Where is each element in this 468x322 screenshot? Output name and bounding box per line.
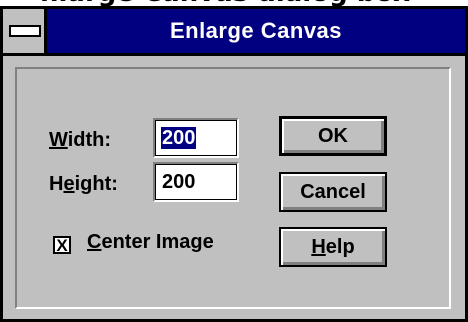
checkbox-check-icon: X: [56, 236, 68, 255]
system-menu-icon: [9, 25, 41, 37]
width-input[interactable]: 200: [153, 118, 239, 158]
height-label: Height:: [49, 173, 118, 195]
enlarge-canvas-dialog: Enlarge Canvas Width: 200 Height: 200 X …: [0, 6, 468, 322]
dialog-client-area: Width: 200 Height: 200 X Center Image OK…: [3, 56, 465, 319]
ok-button[interactable]: OK: [279, 116, 387, 156]
center-image-label[interactable]: Center Image: [87, 231, 214, 254]
dialog-title: Enlarge Canvas: [169, 18, 343, 43]
center-image-checkbox[interactable]: X: [53, 236, 71, 255]
width-value: 200: [161, 127, 197, 149]
system-menu-button[interactable]: [3, 9, 47, 53]
height-value: 200: [162, 171, 196, 193]
help-button[interactable]: Help: [279, 227, 387, 267]
cancel-button[interactable]: Cancel: [279, 172, 387, 212]
title-bar: Enlarge Canvas: [3, 9, 465, 56]
width-label: Width:: [49, 129, 112, 151]
height-input[interactable]: 200: [153, 162, 239, 202]
